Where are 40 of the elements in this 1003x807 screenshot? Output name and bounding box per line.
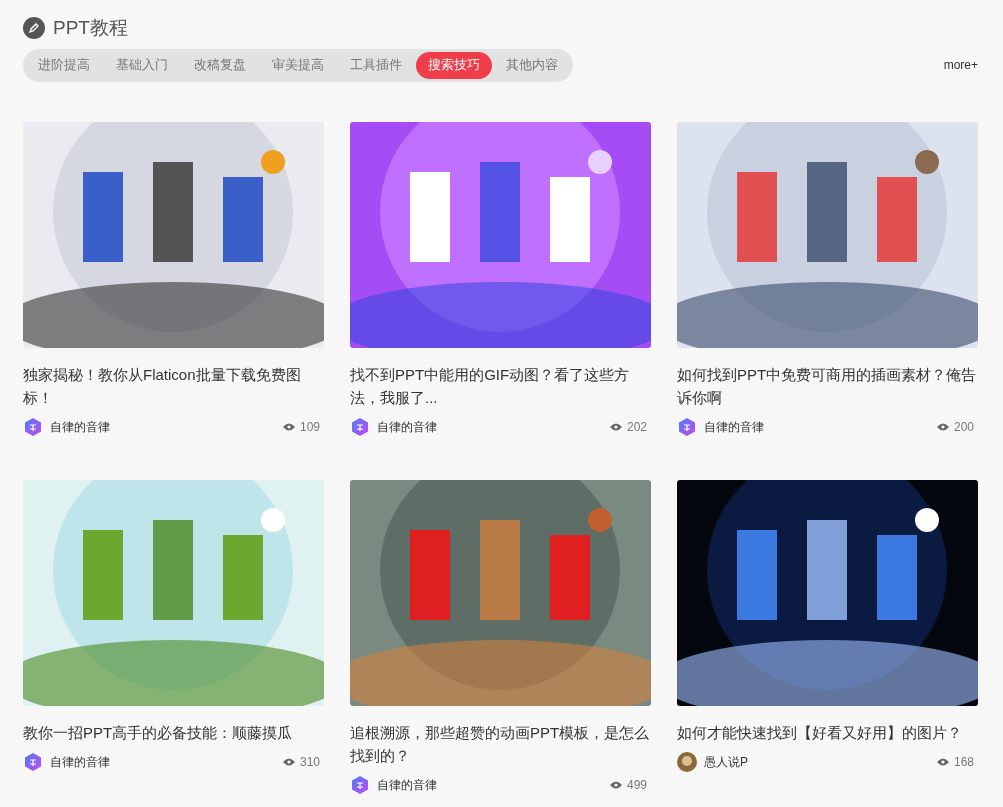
category-tab[interactable]: 工具插件 xyxy=(338,51,414,79)
avatar-icon xyxy=(350,416,370,437)
author-name[interactable]: 自律的音律 xyxy=(704,417,764,436)
article-title[interactable]: 追根溯源，那些超赞的动画PPT模板，是怎么找到的？ xyxy=(350,720,651,767)
pencil-icon xyxy=(23,17,45,40)
eye-icon xyxy=(282,422,295,431)
category-tab[interactable]: 改稿复盘 xyxy=(182,51,258,79)
avatar-icon xyxy=(23,751,43,772)
avatar-icon xyxy=(677,751,697,772)
article-title[interactable]: 教你一招PPT高手的必备技能：顺藤摸瓜 xyxy=(23,720,324,744)
view-count: 499 xyxy=(626,776,647,794)
eye-icon xyxy=(936,757,949,766)
avatar-icon xyxy=(23,416,43,437)
article-title[interactable]: 独家揭秘！教你从Flaticon批量下载免费图标！ xyxy=(23,362,324,409)
view-count: 109 xyxy=(299,418,320,436)
author-name[interactable]: 自律的音律 xyxy=(377,775,437,794)
eye-icon xyxy=(609,422,622,431)
author-name[interactable]: 自律的音律 xyxy=(377,417,437,436)
article-title[interactable]: 如何找到PPT中免费可商用的插画素材？俺告诉你啊 xyxy=(677,362,978,409)
category-tab[interactable]: 进阶提高 xyxy=(26,51,102,79)
avatar-icon xyxy=(677,416,697,437)
author-name[interactable]: 愚人说P xyxy=(704,752,748,771)
eye-icon xyxy=(609,780,622,789)
author-name[interactable]: 自律的音律 xyxy=(50,417,110,436)
category-tab[interactable]: 审美提高 xyxy=(260,51,336,79)
view-count: 202 xyxy=(626,418,647,436)
view-count: 200 xyxy=(953,418,974,436)
view-count: 310 xyxy=(299,753,320,771)
author-name[interactable]: 自律的音律 xyxy=(50,752,110,771)
category-tab[interactable]: 基础入门 xyxy=(104,51,180,79)
category-tab[interactable]: 搜索技巧 xyxy=(416,51,492,79)
section-title: PPT教程 xyxy=(53,16,128,40)
article-title[interactable]: 找不到PPT中能用的GIF动图？看了这些方法，我服了... xyxy=(350,362,651,409)
avatar-icon xyxy=(350,774,370,795)
eye-icon xyxy=(282,757,295,766)
more-link[interactable]: more+ xyxy=(943,56,978,74)
article-title[interactable]: 如何才能快速找到【好看又好用】的图片？ xyxy=(677,720,978,744)
view-count: 168 xyxy=(953,753,974,771)
category-tab[interactable]: 其他内容 xyxy=(494,51,570,79)
eye-icon xyxy=(936,422,949,431)
